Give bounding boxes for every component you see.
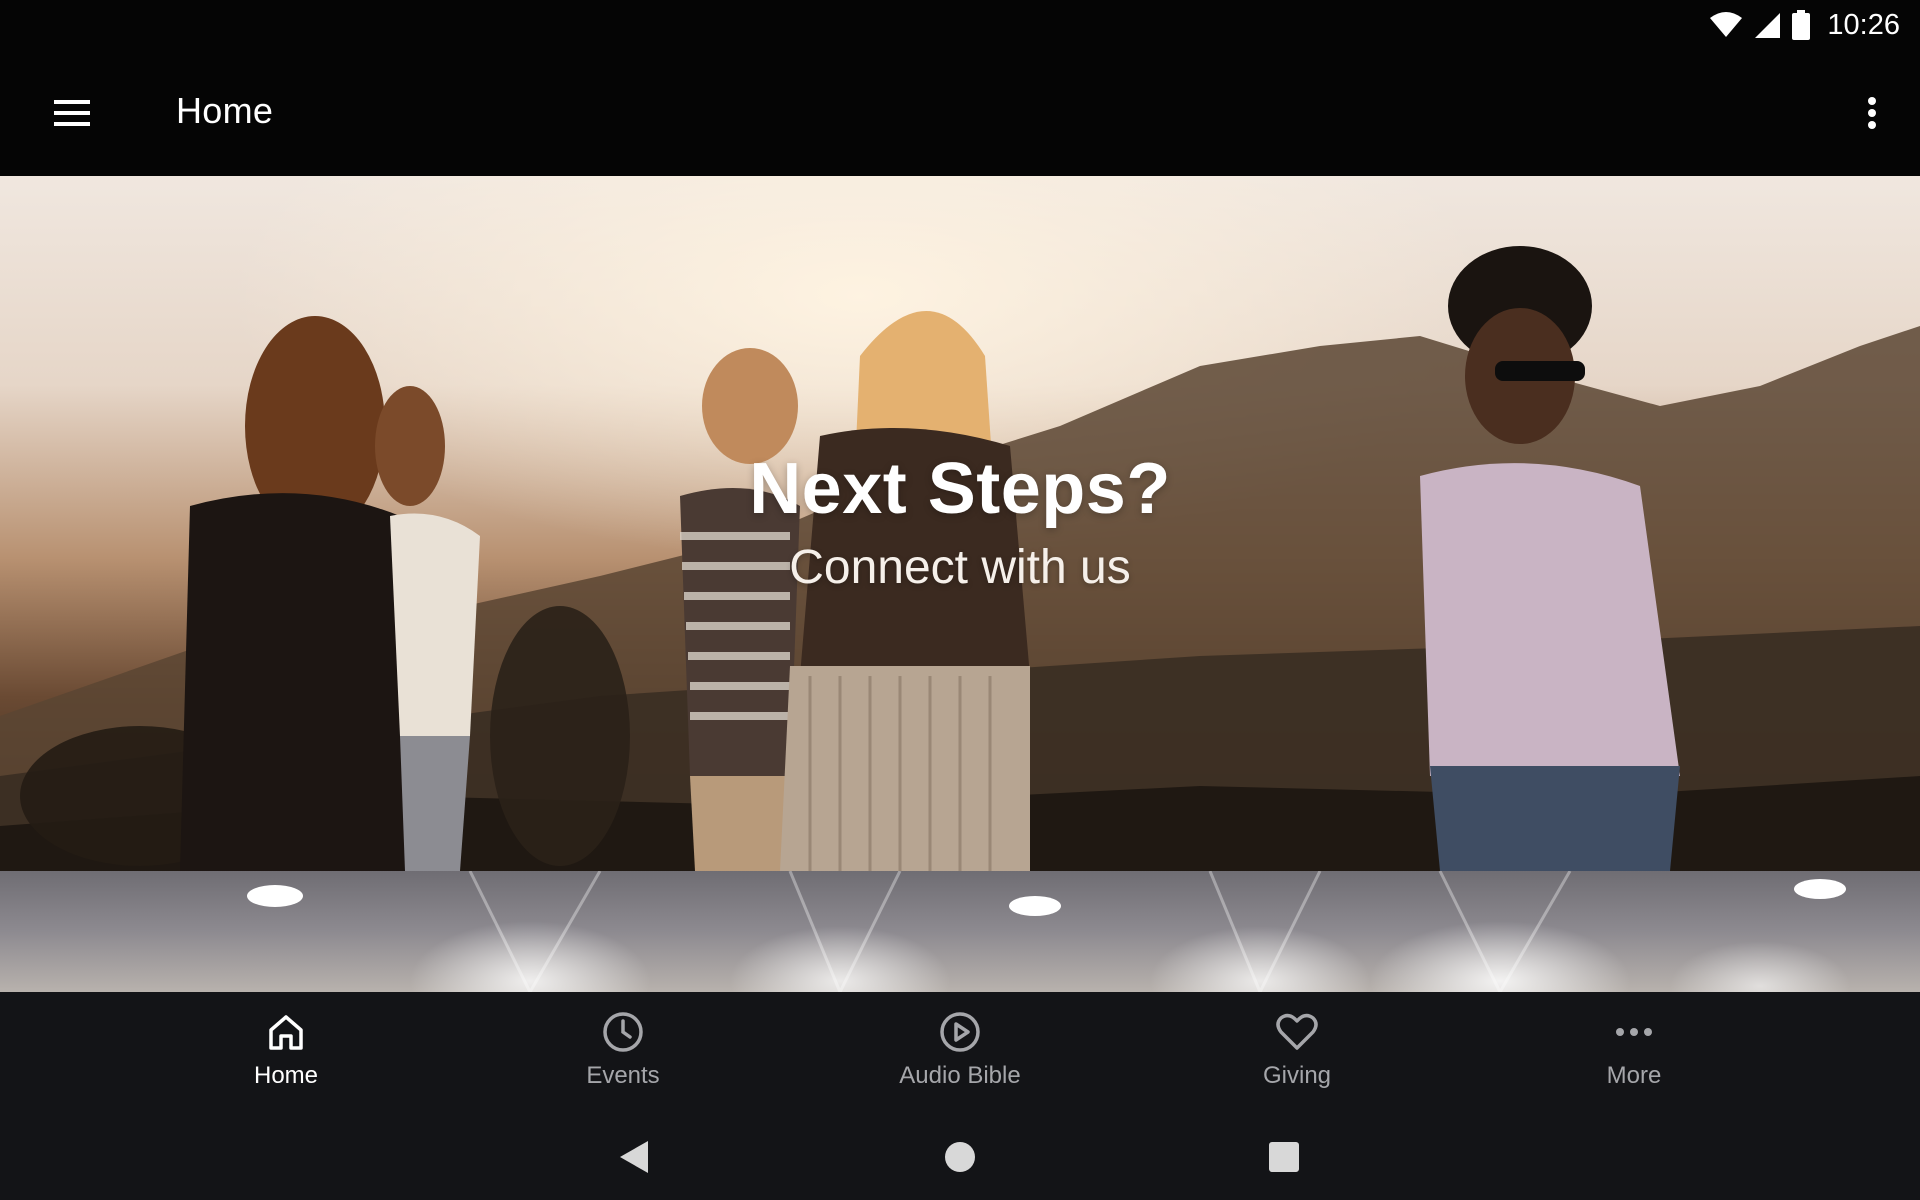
more-horizontal-icon bbox=[1612, 1010, 1656, 1054]
heart-icon bbox=[1275, 1010, 1319, 1054]
nav-item-more[interactable]: More bbox=[1466, 992, 1803, 1114]
clock-icon bbox=[601, 1010, 645, 1054]
nav-item-events[interactable]: Events bbox=[455, 992, 792, 1114]
page-title: Home bbox=[176, 90, 274, 131]
cellular-signal-icon bbox=[1753, 11, 1781, 39]
nav-label-events: Events bbox=[586, 1062, 660, 1089]
home-circle-icon[interactable] bbox=[930, 1134, 990, 1180]
battery-icon bbox=[1791, 10, 1811, 40]
nav-item-home[interactable]: Home bbox=[118, 992, 455, 1114]
hero-subtitle: Connect with us bbox=[789, 541, 1131, 594]
status-time: 10:26 bbox=[1827, 8, 1900, 41]
stage-lights-photo bbox=[247, 871, 1850, 992]
wifi-icon bbox=[1709, 11, 1743, 39]
nav-item-audio-bible[interactable]: Audio Bible bbox=[792, 992, 1129, 1114]
system-navigation-bar bbox=[0, 1114, 1920, 1200]
next-steps-banner[interactable]: Next Steps? Connect with us bbox=[0, 176, 1920, 871]
status-bar: 10:26 bbox=[0, 0, 1920, 50]
nav-label-more: More bbox=[1606, 1062, 1662, 1089]
nav-label-home: Home bbox=[253, 1062, 319, 1089]
more-vertical-icon[interactable] bbox=[1844, 86, 1900, 140]
app-bar: Home bbox=[0, 50, 1920, 176]
back-icon[interactable] bbox=[604, 1134, 664, 1180]
hero-title: Next Steps? bbox=[749, 449, 1171, 529]
play-circle-icon bbox=[938, 1010, 982, 1054]
hero-text: Next Steps? Connect with us bbox=[0, 448, 1920, 595]
bottom-navigation: Home Events Audio Bible Giving More bbox=[0, 992, 1920, 1114]
app-screen: 10:26 Home Next Steps? Connect with us H… bbox=[0, 0, 1920, 1200]
recents-square-icon[interactable] bbox=[1254, 1134, 1314, 1180]
nav-label-giving: Giving bbox=[1262, 1062, 1332, 1089]
worship-banner[interactable] bbox=[0, 871, 1920, 992]
home-icon bbox=[264, 1010, 308, 1054]
nav-item-giving[interactable]: Giving bbox=[1129, 992, 1466, 1114]
nav-label-audio-bible: Audio Bible bbox=[899, 1062, 1021, 1089]
hamburger-menu-icon[interactable] bbox=[40, 86, 104, 140]
